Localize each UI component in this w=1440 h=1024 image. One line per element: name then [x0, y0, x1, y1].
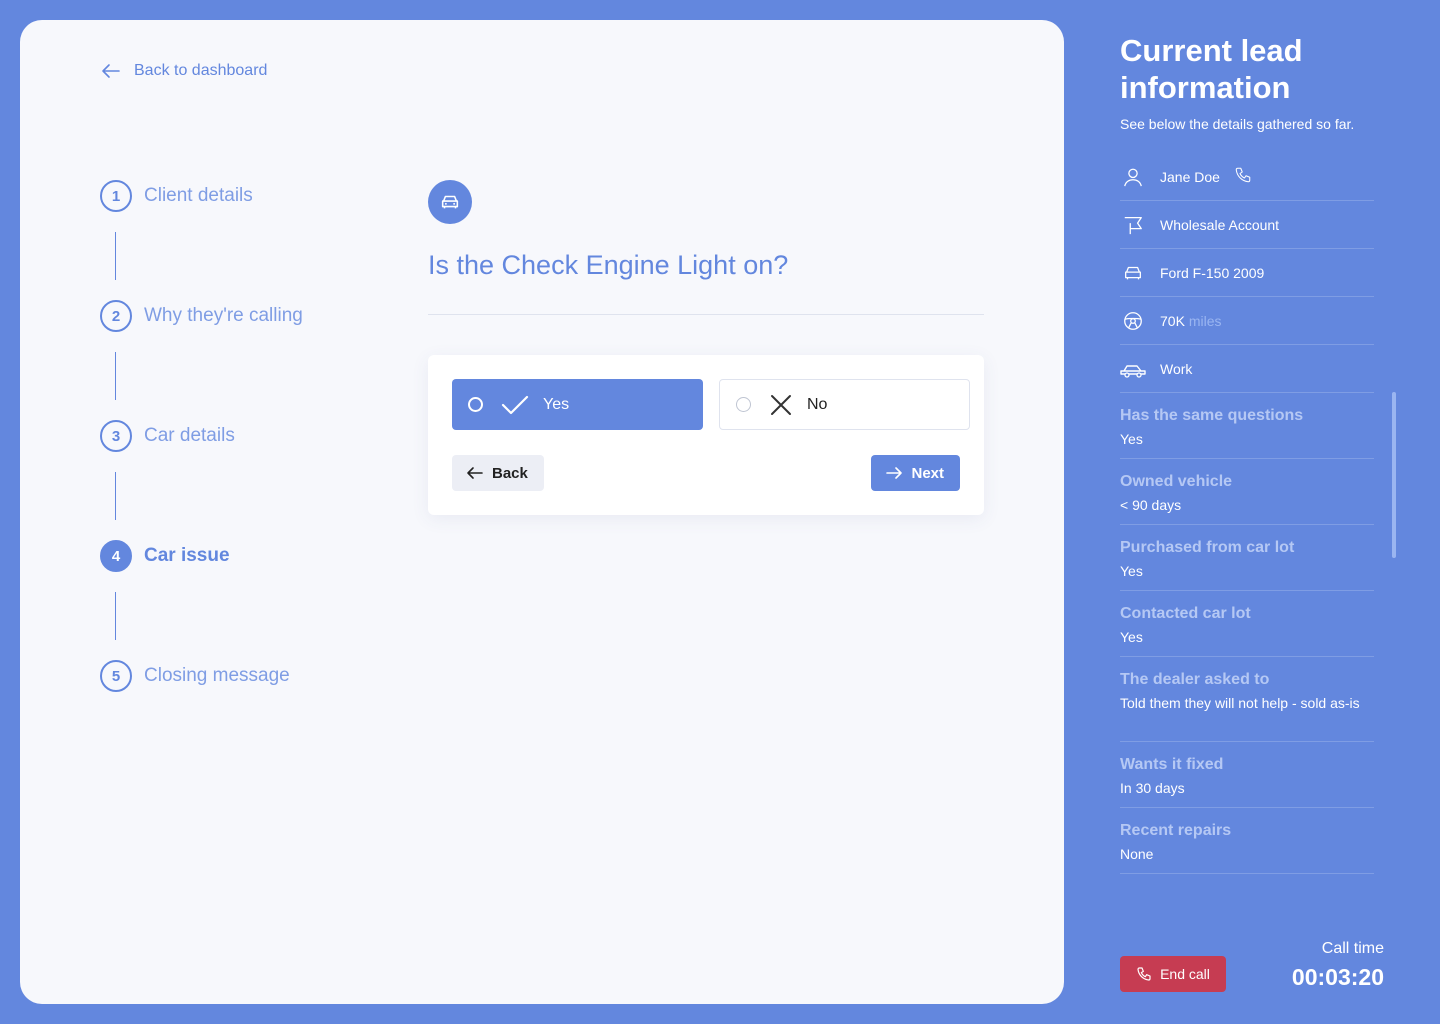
lead-vehicle-row: Ford F-150 2009	[1120, 249, 1374, 297]
car-icon	[1120, 262, 1146, 284]
x-icon	[771, 394, 791, 415]
step-client-details[interactable]: 1 Client details	[100, 180, 253, 212]
mileage-unit: miles	[1188, 312, 1222, 329]
lead-account-row: Wholesale Account	[1120, 201, 1374, 249]
step-number: 4	[100, 540, 132, 572]
answer-question: Contacted car lot	[1120, 605, 1251, 622]
lead-answer: The dealer asked to Told them they will …	[1120, 657, 1374, 742]
lead-answer: Owned vehicle < 90 days	[1120, 459, 1374, 525]
answer-question: The dealer asked to	[1120, 671, 1270, 688]
answer-card: Yes No Back Next	[428, 355, 984, 515]
step-car-issue[interactable]: 4 Car issue	[100, 540, 230, 572]
step-connector	[115, 592, 116, 640]
step-connector	[115, 472, 116, 520]
option-no[interactable]: No	[719, 379, 970, 430]
lead-answer: Wants it fixed In 30 days	[1120, 742, 1374, 808]
lead-mileage: 70K miles	[1160, 313, 1221, 329]
phone-icon	[1137, 967, 1151, 981]
answer-value: Told them they will not help - sold as-i…	[1120, 695, 1360, 711]
flag-icon	[1120, 214, 1146, 236]
divider	[428, 314, 984, 315]
answer-value: In 30 days	[1120, 780, 1185, 796]
step-number: 3	[100, 420, 132, 452]
call-time-value: 00:03:20	[1291, 964, 1384, 990]
lead-vehicle: Ford F-150 2009	[1160, 264, 1265, 281]
user-icon	[1120, 166, 1146, 188]
step-closing-message[interactable]: 5 Closing message	[100, 660, 290, 692]
lead-usage-row: Work	[1120, 345, 1374, 393]
end-call-label: End call	[1160, 966, 1210, 982]
answer-value: Yes	[1120, 431, 1143, 447]
lead-mileage-row: 70K miles	[1120, 297, 1374, 345]
back-button-label: Back	[492, 464, 528, 482]
answer-value: Yes	[1120, 629, 1143, 645]
answer-question: Owned vehicle	[1120, 473, 1233, 490]
main-panel: Back to dashboard 1 Client details 2 Why…	[20, 20, 1064, 1004]
arrow-left-icon	[102, 64, 120, 78]
back-to-dashboard-label: Back to dashboard	[134, 62, 268, 79]
question-title: Is the Check Engine Light on?	[428, 250, 789, 280]
arrow-right-icon	[886, 467, 903, 479]
mileage-value: 70K	[1160, 312, 1185, 329]
arrow-left-icon	[467, 467, 483, 479]
lead-sidebar: Current lead information See below the d…	[1120, 0, 1374, 1024]
lead-name: Jane Doe	[1160, 168, 1220, 185]
next-button-label: Next	[911, 464, 944, 482]
end-call-button[interactable]: End call	[1120, 956, 1226, 992]
lead-account: Wholesale Account	[1160, 216, 1280, 233]
sidebar-scrollbar[interactable]	[1392, 392, 1396, 558]
answer-value: < 90 days	[1120, 497, 1182, 513]
back-to-dashboard-link[interactable]: Back to dashboard	[100, 60, 267, 82]
step-number: 1	[100, 180, 132, 212]
answer-question: Wants it fixed	[1120, 756, 1224, 773]
step-label: Closing message	[144, 665, 290, 686]
step-label: Car details	[144, 425, 235, 446]
step-number: 5	[100, 660, 132, 692]
answer-value: Yes	[1120, 563, 1143, 579]
next-button[interactable]: Next	[871, 455, 960, 491]
step-label: Why they're calling	[144, 305, 303, 326]
step-label: Client details	[144, 185, 253, 206]
car-side-icon	[1120, 359, 1146, 379]
sidebar-title: Current lead information	[1120, 33, 1303, 105]
call-time-label: Call time	[1321, 940, 1384, 957]
step-label: Car issue	[144, 545, 230, 566]
lead-answer: Has the same questions Yes	[1120, 393, 1374, 459]
step-car-details[interactable]: 3 Car details	[100, 420, 235, 452]
answer-value: None	[1120, 846, 1154, 862]
option-label: Yes	[543, 395, 570, 413]
answer-question: Purchased from car lot	[1120, 539, 1295, 556]
check-icon	[501, 395, 529, 414]
option-label: No	[807, 395, 828, 413]
back-button[interactable]: Back	[452, 455, 544, 491]
car-icon	[428, 180, 472, 224]
answer-question: Has the same questions	[1120, 407, 1304, 424]
lead-answer: Recent repairs None	[1120, 808, 1374, 874]
lead-usage: Work	[1160, 360, 1193, 377]
step-why-calling[interactable]: 2 Why they're calling	[100, 300, 303, 332]
lead-answer: Purchased from car lot Yes	[1120, 525, 1374, 591]
lead-name-row: Jane Doe	[1120, 153, 1374, 201]
radio-button[interactable]	[736, 397, 751, 412]
sidebar-subtitle: See below the details gathered so far.	[1120, 116, 1355, 132]
phone-icon[interactable]	[1234, 166, 1252, 187]
option-yes[interactable]: Yes	[452, 379, 703, 430]
step-connector	[115, 232, 116, 280]
answer-question: Recent repairs	[1120, 822, 1232, 839]
lead-answer: Contacted car lot Yes	[1120, 591, 1374, 657]
step-connector	[115, 352, 116, 400]
radio-button[interactable]	[468, 397, 483, 412]
step-number: 2	[100, 300, 132, 332]
steering-wheel-icon	[1120, 310, 1146, 332]
